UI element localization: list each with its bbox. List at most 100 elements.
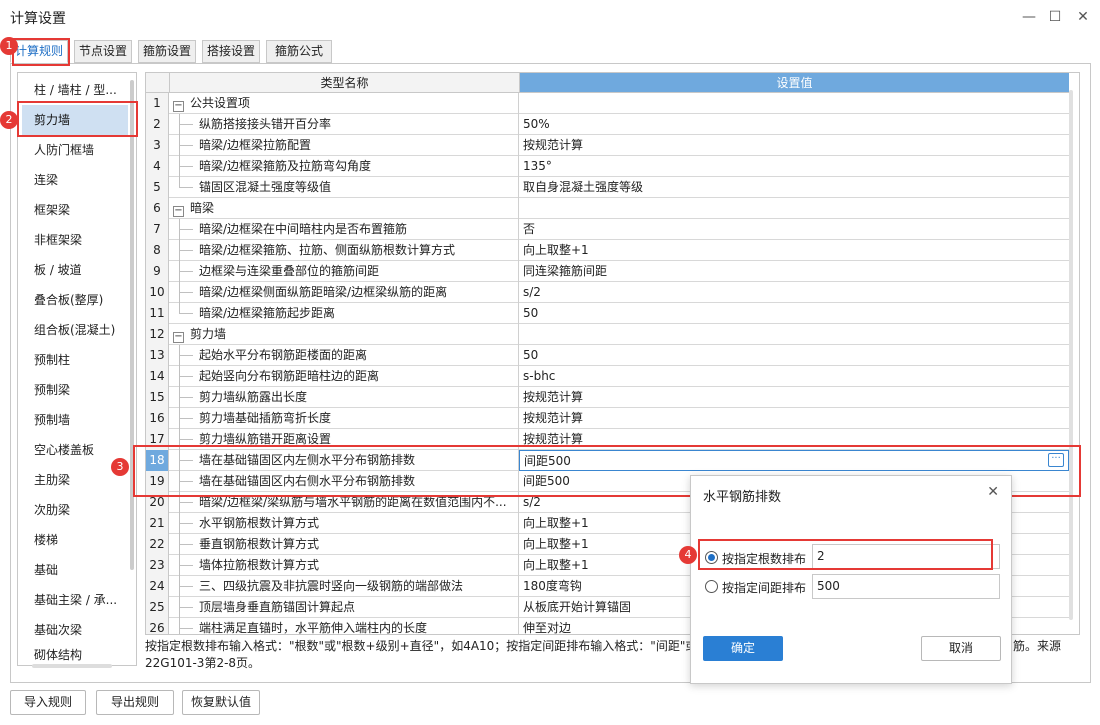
ok-button[interactable]: 确定	[703, 636, 783, 661]
sidebar-item-precast-beam[interactable]: 预制梁	[22, 375, 128, 405]
row-name: − 暗梁	[169, 198, 519, 219]
close-icon[interactable]: ✕	[1072, 6, 1094, 28]
table-row[interactable]: 4 暗梁/边框梁箍筋及拉筋弯勾角度 135°	[146, 156, 1069, 177]
sidebar-item-civil-defense-wall[interactable]: 人防门框墙	[22, 135, 128, 165]
grid-corner	[146, 73, 169, 93]
table-row[interactable]: 12 − 剪力墙	[146, 324, 1069, 345]
sidebar-item-masonry[interactable]: 砌体结构	[22, 645, 128, 665]
callout-box-4	[698, 539, 993, 570]
sidebar-item-foundation-main-beam[interactable]: 基础主梁 / 承...	[22, 585, 128, 615]
table-row[interactable]: 1 − 公共设置项	[146, 93, 1069, 114]
sidebar-item-precast-wall[interactable]: 预制墙	[22, 405, 128, 435]
table-row[interactable]: 13 起始水平分布钢筋距楼面的距离 50	[146, 345, 1069, 366]
restore-defaults-button[interactable]: 恢复默认值	[182, 690, 260, 715]
row-value[interactable]	[519, 198, 1069, 219]
maximize-icon[interactable]: ☐	[1044, 6, 1066, 28]
row-value[interactable]	[519, 324, 1069, 345]
row-number: 9	[146, 261, 169, 282]
radio-by-spacing[interactable]	[705, 580, 718, 593]
tab-stirrup-settings[interactable]: 箍筋设置	[138, 40, 196, 63]
row-number: 24	[146, 576, 169, 597]
horizontal-rebar-rows-dialog: 水平钢筋排数 ✕ 按指定根数排布 2 按指定间距排布 500 确定 取消	[690, 475, 1012, 684]
row-number: 3	[146, 135, 169, 156]
row-value[interactable]: 按规范计算	[519, 387, 1069, 408]
grid-scrollbar[interactable]	[1069, 90, 1073, 620]
sidebar-item-frame-beam[interactable]: 框架梁	[22, 195, 128, 225]
tab-stirrup-formula[interactable]: 箍筋公式	[266, 40, 332, 63]
dialog-title: 水平钢筋排数	[703, 490, 782, 505]
sidebar-item-foundation-secondary-beam[interactable]: 基础次梁	[22, 615, 128, 645]
row-number: 12	[146, 324, 169, 345]
tab-lap-settings[interactable]: 搭接设置	[202, 40, 260, 63]
table-row[interactable]: 9 边框梁与连梁重叠部位的箍筋间距 同连梁箍筋间距	[146, 261, 1069, 282]
sidebar-item-composite-slab-full[interactable]: 叠合板(整厚)	[22, 285, 128, 315]
import-rules-button[interactable]: 导入规则	[10, 690, 86, 715]
table-row[interactable]: 14 起始竖向分布钢筋距暗柱边的距离 s-bhc	[146, 366, 1069, 387]
callout-box-2	[17, 101, 138, 137]
sidebar-item-composite-slab-concrete[interactable]: 组合板(混凝土)	[22, 315, 128, 345]
collapse-icon[interactable]: −	[173, 332, 184, 343]
settings-window: 计算设置 — ☐ ✕ 计算规则 节点设置 箍筋设置 搭接设置 箍筋公式 柱 / …	[0, 0, 1100, 725]
row-value[interactable]: s/2	[519, 282, 1069, 303]
tab-node-settings[interactable]: 节点设置	[74, 40, 132, 63]
callout-badge-3: 3	[111, 458, 129, 476]
row-name: − 公共设置项	[169, 93, 519, 114]
table-row[interactable]: 15 剪力墙纵筋露出长度 按规范计算	[146, 387, 1069, 408]
row-value[interactable]: 按规范计算	[519, 135, 1069, 156]
callout-badge-4: 4	[679, 546, 697, 564]
sidebar-item-secondary-rib-beam[interactable]: 次肋梁	[22, 495, 128, 525]
row-name: 剪力墙纵筋露出长度	[169, 387, 519, 408]
table-row[interactable]: 5 锚固区混凝土强度等级值 取自身混凝土强度等级	[146, 177, 1069, 198]
row-number: 15	[146, 387, 169, 408]
row-number: 14	[146, 366, 169, 387]
sidebar-hscrollbar[interactable]	[32, 664, 112, 668]
sidebar-item-coupling-beam[interactable]: 连梁	[22, 165, 128, 195]
row-value[interactable]: 向上取整+1	[519, 240, 1069, 261]
row-value[interactable]: 按规范计算	[519, 408, 1069, 429]
table-row[interactable]: 11 暗梁/边框梁箍筋起步距离 50	[146, 303, 1069, 324]
row-value[interactable]: 否	[519, 219, 1069, 240]
row-number: 26	[146, 618, 169, 634]
table-row[interactable]: 10 暗梁/边框梁侧面纵筋距暗梁/边框梁纵筋的距离 s/2	[146, 282, 1069, 303]
row-number: 4	[146, 156, 169, 177]
row-value[interactable]: 50	[519, 345, 1069, 366]
row-name: 纵筋搭接接头错开百分率	[169, 114, 519, 135]
row-value[interactable]: 50%	[519, 114, 1069, 135]
cancel-button[interactable]: 取消	[921, 636, 1001, 661]
table-row[interactable]: 2 纵筋搭接接头错开百分率 50%	[146, 114, 1069, 135]
row-name: 暗梁/边框梁箍筋起步距离	[169, 303, 519, 324]
row-number: 23	[146, 555, 169, 576]
radio-by-spacing-label[interactable]: 按指定间距排布	[722, 579, 806, 596]
sidebar-item-non-frame-beam[interactable]: 非框架梁	[22, 225, 128, 255]
minimize-icon[interactable]: —	[1018, 6, 1040, 28]
row-number: 13	[146, 345, 169, 366]
sidebar-item-slab-ramp[interactable]: 板 / 坡道	[22, 255, 128, 285]
row-name: 三、四级抗震及非抗震时竖向一级钢筋的端部做法	[169, 576, 519, 597]
row-value[interactable]: 50	[519, 303, 1069, 324]
table-row[interactable]: 3 暗梁/边框梁拉筋配置 按规范计算	[146, 135, 1069, 156]
row-value[interactable]: 同连梁箍筋间距	[519, 261, 1069, 282]
row-number: 21	[146, 513, 169, 534]
table-row[interactable]: 6 − 暗梁	[146, 198, 1069, 219]
spacing-input[interactable]: 500	[812, 574, 1000, 599]
row-name: 边框梁与连梁重叠部位的箍筋间距	[169, 261, 519, 282]
sidebar-item-foundation[interactable]: 基础	[22, 555, 128, 585]
table-row[interactable]: 16 剪力墙基础插筋弯折长度 按规范计算	[146, 408, 1069, 429]
component-sidebar: 柱 / 墙柱 / 型... 剪力墙 人防门框墙 连梁 框架梁 非框架梁 板 / …	[17, 72, 137, 666]
row-value[interactable]: 取自身混凝土强度等级	[519, 177, 1069, 198]
row-value[interactable]	[519, 93, 1069, 114]
sidebar-item-precast-column[interactable]: 预制柱	[22, 345, 128, 375]
export-rules-button[interactable]: 导出规则	[96, 690, 174, 715]
column-header-value: 设置值	[519, 73, 1069, 93]
title-bar: 计算设置 — ☐ ✕	[0, 0, 1100, 34]
row-value[interactable]: s-bhc	[519, 366, 1069, 387]
dialog-close-icon[interactable]: ✕	[987, 484, 999, 500]
row-name: 墙体拉筋根数计算方式	[169, 555, 519, 576]
table-row[interactable]: 8 暗梁/边框梁箍筋、拉筋、侧面纵筋根数计算方式 向上取整+1	[146, 240, 1069, 261]
row-value[interactable]: 135°	[519, 156, 1069, 177]
sidebar-item-stair[interactable]: 楼梯	[22, 525, 128, 555]
collapse-icon[interactable]: −	[173, 206, 184, 217]
callout-box-1	[12, 38, 70, 66]
table-row[interactable]: 7 暗梁/边框梁在中间暗柱内是否布置箍筋 否	[146, 219, 1069, 240]
collapse-icon[interactable]: −	[173, 101, 184, 112]
